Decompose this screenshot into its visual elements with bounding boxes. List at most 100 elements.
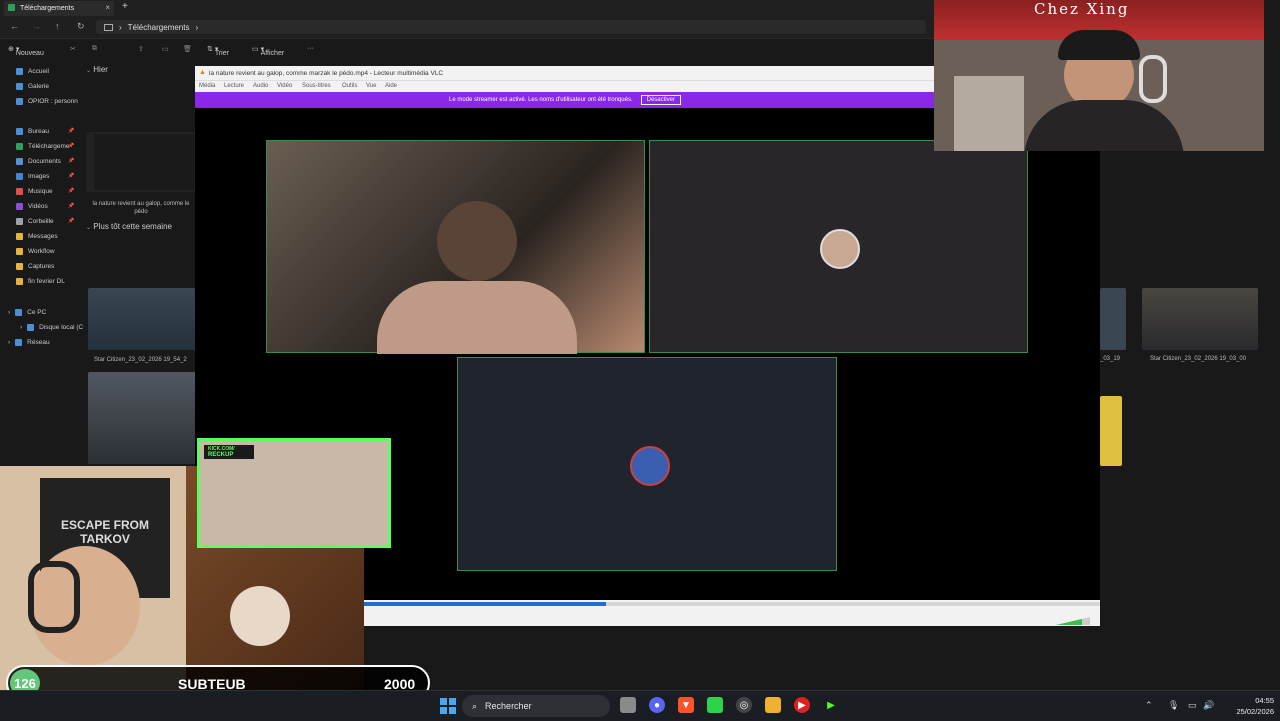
youtube-icon[interactable]: ▶ xyxy=(794,697,810,713)
seek-bar-fill xyxy=(363,602,607,606)
group-header-earlier[interactable]: ⌄ Plus tôt cette semaine xyxy=(86,222,172,231)
cut-icon[interactable]: ✂ xyxy=(70,45,76,53)
vlc-menu-item[interactable]: Lecture xyxy=(224,83,244,89)
thumbnail-preview xyxy=(94,134,194,190)
clock[interactable]: 04:55 25/02/2026 xyxy=(1222,695,1274,717)
breadcrumb[interactable]: Téléchargements xyxy=(128,23,190,32)
delete-icon[interactable]: 🗑 xyxy=(183,45,192,53)
sidebar-item[interactable]: Bureau xyxy=(16,125,49,137)
vlc-controls xyxy=(363,600,1100,626)
file-caption: _03_19 xyxy=(1100,356,1121,362)
folder-icon xyxy=(16,127,23,135)
microphone-icon[interactable]: 🎙 xyxy=(1168,700,1179,711)
taskbar-search[interactable]: ⌕ Rechercher xyxy=(462,695,610,717)
pin-icon: 📌 xyxy=(68,188,75,194)
close-tab-icon[interactable]: × xyxy=(105,3,110,12)
pin-icon: 📌 xyxy=(68,218,75,224)
file-thumbnail[interactable] xyxy=(1100,288,1126,350)
chevron-right-icon[interactable]: › xyxy=(8,339,10,346)
back-icon[interactable]: ← xyxy=(10,21,19,31)
sidebar-item[interactable]: Messages xyxy=(16,230,58,242)
sidebar-item[interactable]: Galerie xyxy=(16,80,49,92)
vlc-menu-item[interactable]: Audio xyxy=(253,83,268,89)
sidebar-item[interactable]: Musique xyxy=(16,185,53,197)
up-icon[interactable]: ↑ xyxy=(55,21,60,31)
vlc-menu-item[interactable]: Outils xyxy=(342,83,357,89)
tree-item-label: Disque local (C xyxy=(39,323,84,331)
chevron-up-icon[interactable]: ⌃ xyxy=(1145,700,1153,711)
share-icon[interactable]: ⇪ xyxy=(138,45,144,53)
sidebar-item[interactable]: Corbeille xyxy=(16,215,54,227)
sidebar-item-label: fin fevrier DL xyxy=(28,277,65,285)
sidebar-item-label: Workflow xyxy=(28,247,55,255)
vlc-menu-item[interactable]: Vue xyxy=(366,83,376,89)
view-button[interactable]: ▭ Afficher ▾ xyxy=(252,45,284,57)
person-shoulders xyxy=(377,281,577,354)
vlc-menu-item[interactable]: Sous-titres xyxy=(302,83,331,89)
layers-app-icon[interactable] xyxy=(765,697,781,713)
pin-icon: 📌 xyxy=(68,158,75,164)
sidebar-item[interactable]: Captures xyxy=(16,260,54,272)
folder-icon xyxy=(16,187,23,195)
windows-start-icon[interactable] xyxy=(440,698,456,714)
discord-icon[interactable]: ● xyxy=(649,697,665,713)
sort-button[interactable]: ⇅ Trier ▾ xyxy=(207,45,229,57)
new-button[interactable]: ⊕ Nouveau ▾ xyxy=(8,45,44,57)
group-header-yesterday[interactable]: ⌄ Hier xyxy=(86,65,108,74)
folder-icon xyxy=(16,172,23,180)
more-options-button[interactable]: ··· xyxy=(307,45,314,52)
search-icon: ⌕ xyxy=(472,700,478,711)
cap xyxy=(1058,30,1140,60)
app-icon[interactable] xyxy=(707,697,723,713)
sidebar-item[interactable]: Workflow xyxy=(16,245,55,257)
sidebar-item[interactable]: OPIOR : personn xyxy=(16,95,78,107)
file-thumbnail[interactable] xyxy=(1100,396,1122,466)
sidebar-item[interactable]: Images xyxy=(16,170,49,182)
tree-item[interactable]: › Disque local (C xyxy=(20,321,83,333)
tab-downloads[interactable]: Téléchargements × xyxy=(4,1,114,16)
tab-label: Téléchargements xyxy=(20,5,75,12)
volume-icon[interactable]: 🔊 xyxy=(1203,700,1214,711)
refresh-icon[interactable]: ↻ xyxy=(77,21,85,32)
disable-streamer-button[interactable]: Désactiver xyxy=(640,95,681,105)
tree-item-label: Ce PC xyxy=(27,308,47,316)
seek-bar[interactable] xyxy=(363,602,1100,606)
chevron-right-icon[interactable]: › xyxy=(20,324,22,331)
brave-icon[interactable]: ▼ xyxy=(678,697,694,713)
search-placeholder: Rechercher xyxy=(485,701,532,711)
volume-slider[interactable] xyxy=(1056,612,1090,625)
tree-item[interactable]: › Ce PC xyxy=(8,306,46,318)
vlc-menu-item[interactable]: Aide xyxy=(385,83,397,89)
obs-icon[interactable]: ◎ xyxy=(736,697,752,713)
file-thumbnail[interactable] xyxy=(88,372,196,464)
sidebar-item[interactable]: Téléchargeme xyxy=(16,140,70,152)
new-tab-button[interactable]: + xyxy=(122,1,128,12)
sidebar-item[interactable]: Vidéos xyxy=(16,200,48,212)
file-thumbnail[interactable] xyxy=(1142,288,1258,350)
downloads-icon xyxy=(8,4,15,11)
vlc-menu-item[interactable]: Média xyxy=(199,83,215,89)
file-thumbnail[interactable] xyxy=(86,132,196,192)
network-icon[interactable]: ▭ xyxy=(1188,700,1197,711)
kick-logo: KICK.COM/ RECKUP xyxy=(204,445,254,459)
sidebar-item[interactable]: Documents xyxy=(16,155,61,167)
copy-icon[interactable]: ⧉ xyxy=(92,45,97,53)
kick-app-icon[interactable]: ▶ xyxy=(823,697,839,713)
forward-icon[interactable]: → xyxy=(32,21,41,31)
tree-item-label: Réseau xyxy=(27,338,50,346)
folder-icon xyxy=(16,277,23,285)
folder-icon xyxy=(16,97,23,105)
sidebar-item[interactable]: fin fevrier DL xyxy=(16,275,65,287)
sidebar-item[interactable]: Accueil xyxy=(16,65,49,77)
vlc-menu-item[interactable]: Vidéo xyxy=(277,83,292,89)
folder-icon xyxy=(16,142,23,150)
video-tile-avatar xyxy=(649,140,1028,353)
address-field[interactable]: › Téléchargements › xyxy=(96,20,926,34)
folder-icon xyxy=(16,157,23,165)
tree-item[interactable]: › Réseau xyxy=(8,336,50,348)
chevron-right-icon[interactable]: › xyxy=(8,309,10,316)
task-view-icon[interactable] xyxy=(620,697,636,713)
sidebar-item-label: Corbeille xyxy=(28,217,54,225)
file-thumbnail[interactable] xyxy=(88,288,196,350)
rename-icon[interactable]: ▭ xyxy=(162,45,169,53)
